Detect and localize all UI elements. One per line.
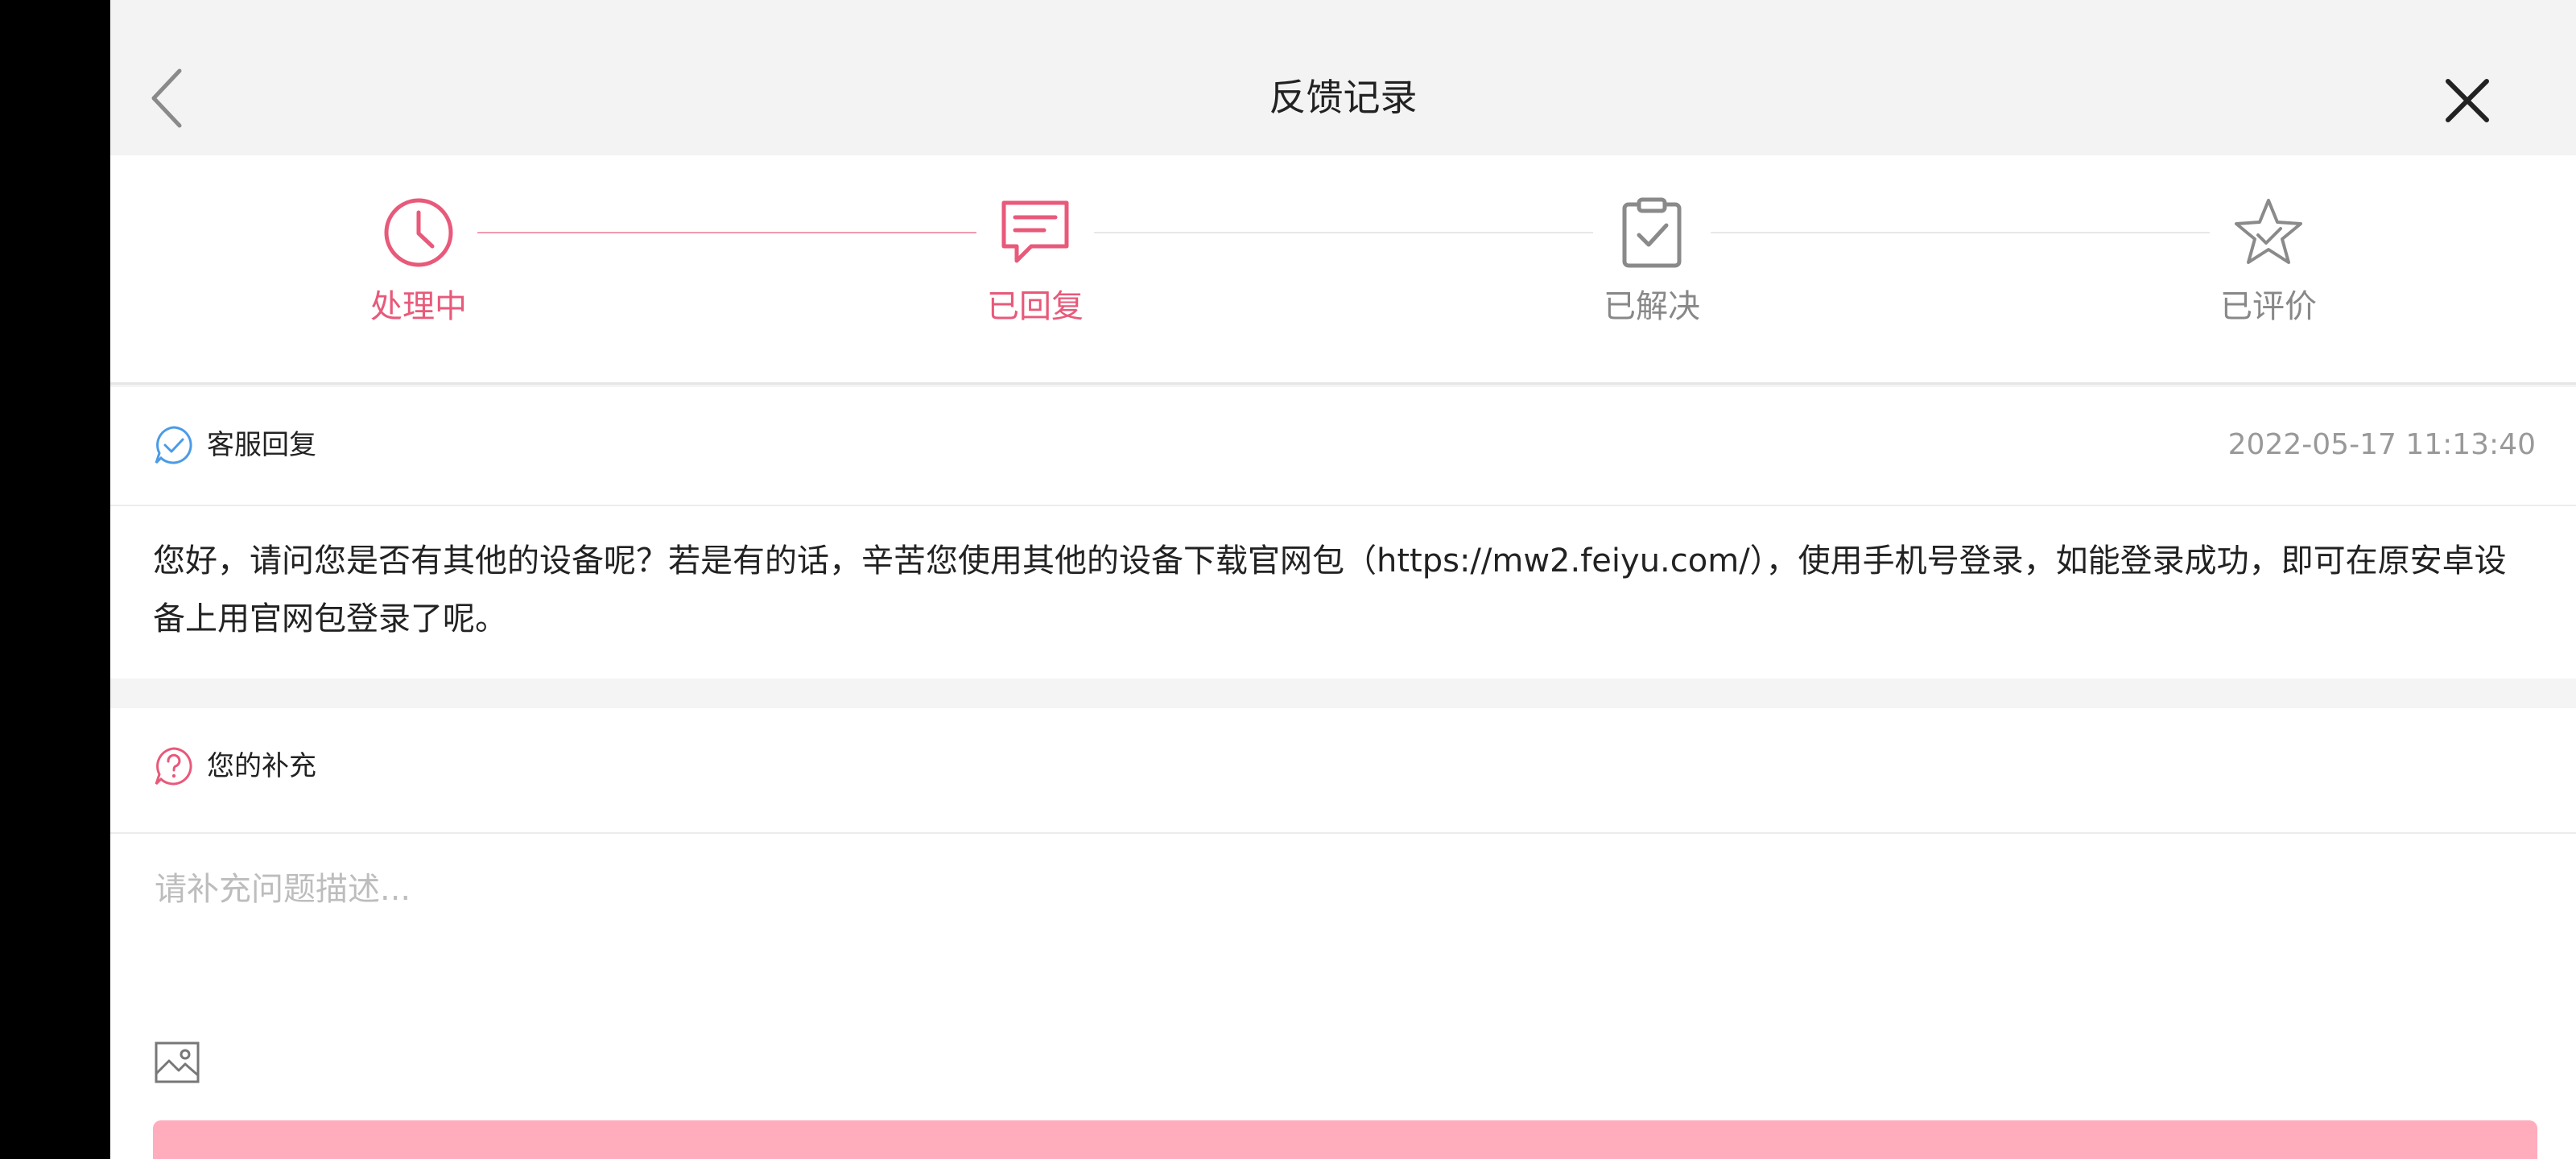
left-black-bar <box>0 0 110 1159</box>
reply-timestamp: 2022-05-17 11:13:40 <box>2227 428 2536 461</box>
step-replied: 已回复 <box>947 194 1124 329</box>
message-icon <box>1001 200 1069 263</box>
close-button[interactable] <box>2431 64 2504 137</box>
supplement-card-header: 您的补充 <box>110 708 2576 834</box>
step-label: 已评价 <box>2220 288 2317 325</box>
close-icon <box>2446 79 2489 122</box>
add-image-button[interactable] <box>153 1038 201 1087</box>
step-connector <box>1711 232 2210 233</box>
step-processing: 处理中 <box>330 194 507 329</box>
clock-icon <box>384 198 453 267</box>
page-title: 反馈记录 <box>1269 76 1418 119</box>
header-bar: 反馈记录 <box>110 0 2576 155</box>
step-connector <box>477 232 976 233</box>
chat-check-icon <box>155 426 192 464</box>
step-resolved: 已解决 <box>1563 194 1740 329</box>
step-connector <box>1094 232 1593 233</box>
step-label: 已解决 <box>1604 288 1700 325</box>
feedback-record-screen: 反馈记录 处理中 已回复 已解决 已评价 客服回复 2022-05-17 11:… <box>110 0 2576 1159</box>
image-icon <box>155 1041 200 1083</box>
question-icon <box>155 747 192 786</box>
supplement-label: 您的补充 <box>207 750 316 782</box>
reply-card-header: 客服回复 2022-05-17 11:13:40 <box>110 387 2576 506</box>
submit-button[interactable] <box>153 1120 2537 1159</box>
supplement-card: 您的补充 <box>110 708 2576 1159</box>
step-label: 已回复 <box>987 288 1084 325</box>
supplement-input[interactable] <box>153 861 2528 990</box>
star-check-icon <box>2235 199 2302 264</box>
reply-card: 客服回复 2022-05-17 11:13:40 您好，请问您是否有其他的设备呢… <box>110 387 2576 678</box>
step-label: 处理中 <box>370 288 467 325</box>
reply-label: 客服回复 <box>207 429 316 461</box>
reply-message: 您好，请问您是否有其他的设备呢？若是有的话，辛苦您使用其他的设备下载官网包（ht… <box>153 542 2507 637</box>
progress-steps: 处理中 已回复 已解决 已评价 <box>110 155 2576 385</box>
clipboard-check-icon <box>1622 197 1682 268</box>
step-rated: 已评价 <box>2180 194 2357 329</box>
